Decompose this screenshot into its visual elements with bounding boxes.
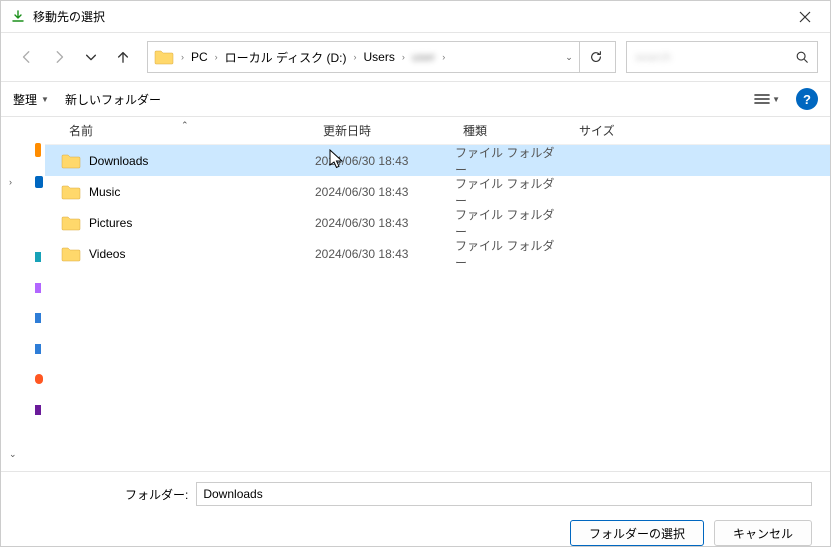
up-button[interactable] <box>109 43 137 71</box>
folder-icon <box>61 246 81 262</box>
column-type[interactable]: 種類 <box>455 122 571 139</box>
cancel-button[interactable]: キャンセル <box>714 520 812 546</box>
row-type: ファイル フォルダー <box>447 144 563 178</box>
select-folder-button[interactable]: フォルダーの選択 <box>570 520 704 546</box>
window-title: 移動先の選択 <box>33 8 105 25</box>
sort-indicator-icon: ⌃ <box>181 120 189 131</box>
column-name[interactable]: 名前 ⌃ <box>61 122 315 139</box>
folder-row[interactable]: Downloads 2024/06/30 18:43ファイル フォルダー <box>45 145 830 176</box>
folder-name-row: フォルダー: <box>1 472 830 514</box>
folder-label: フォルダー: <box>125 486 188 503</box>
back-button[interactable] <box>13 43 41 71</box>
folder-icon <box>61 215 81 231</box>
search-box[interactable]: search <box>626 41 818 73</box>
row-date: 2024/06/30 18:43 <box>307 154 447 168</box>
title-bar: 移動先の選択 <box>1 1 830 33</box>
breadcrumb-segment[interactable]: ローカル ディスク (D:) <box>221 47 351 68</box>
folder-icon <box>154 49 172 65</box>
toolbar: 整理 ▼ 新しいフォルダー ▼ ? <box>1 81 830 117</box>
folder-row[interactable]: Videos 2024/06/30 18:43ファイル フォルダー <box>45 238 830 269</box>
file-list-pane: 名前 ⌃ 更新日時 種類 サイズ Downloads 2024/06/30 18:… <box>45 117 830 471</box>
search-icon <box>795 50 809 64</box>
column-headers[interactable]: 名前 ⌃ 更新日時 種類 サイズ <box>45 117 830 145</box>
main-area: › ⌄ 名前 ⌃ 更新日時 種類 サイズ Downloads 2024/06/30… <box>1 117 830 471</box>
breadcrumb-segment[interactable]: user <box>408 48 439 66</box>
view-options-button[interactable]: ▼ <box>754 93 780 105</box>
row-name: Downloads <box>89 154 148 168</box>
new-folder-button[interactable]: 新しいフォルダー <box>65 91 161 108</box>
file-rows: Downloads2024/06/30 18:43ファイル フォルダーMusic… <box>45 145 830 269</box>
address-bar[interactable]: › PC › ローカル ディスク (D:) › Users › user › ⌄ <box>147 41 616 73</box>
action-buttons: フォルダーの選択 キャンセル <box>1 514 830 558</box>
chevron-right-icon[interactable]: › <box>351 52 360 62</box>
dropdown-icon: ▼ <box>41 95 49 104</box>
folder-icon <box>61 184 81 200</box>
breadcrumb-segment[interactable]: Users <box>360 48 399 66</box>
row-date: 2024/06/30 18:43 <box>307 216 447 230</box>
row-name: Pictures <box>89 216 132 230</box>
row-date: 2024/06/30 18:43 <box>307 247 447 261</box>
row-date: 2024/06/30 18:43 <box>307 185 447 199</box>
folder-name-input[interactable] <box>196 482 812 506</box>
row-type: ファイル フォルダー <box>447 175 563 209</box>
folder-row[interactable]: Music 2024/06/30 18:43ファイル フォルダー <box>45 176 830 207</box>
chevron-down-icon[interactable]: ⌄ <box>9 449 17 460</box>
organize-label: 整理 <box>13 91 37 108</box>
column-size[interactable]: サイズ <box>571 122 731 139</box>
column-date[interactable]: 更新日時 <box>315 122 455 139</box>
chevron-right-icon[interactable]: › <box>9 177 12 187</box>
row-name: Videos <box>89 247 125 261</box>
address-history-dropdown[interactable]: ⌄ <box>559 52 579 63</box>
folder-icon <box>61 153 81 169</box>
row-type: ファイル フォルダー <box>447 237 563 271</box>
close-button[interactable] <box>782 2 828 32</box>
breadcrumb-segment[interactable]: PC <box>187 48 212 66</box>
refresh-button[interactable] <box>579 42 611 72</box>
folder-row[interactable]: Pictures 2024/06/30 18:43ファイル フォルダー <box>45 207 830 238</box>
forward-button[interactable] <box>45 43 73 71</box>
row-type: ファイル フォルダー <box>447 206 563 240</box>
organize-menu[interactable]: 整理 ▼ <box>13 91 49 108</box>
chevron-right-icon[interactable]: › <box>212 52 221 62</box>
recent-dropdown[interactable] <box>77 43 105 71</box>
chevron-right-icon[interactable]: › <box>178 52 187 62</box>
chevron-right-icon[interactable]: › <box>399 52 408 62</box>
download-icon <box>11 10 25 24</box>
chevron-right-icon[interactable]: › <box>439 52 448 62</box>
row-name: Music <box>89 185 120 199</box>
help-button[interactable]: ? <box>796 88 818 110</box>
nav-sidebar[interactable]: › ⌄ <box>1 117 45 471</box>
nav-bar: › PC › ローカル ディスク (D:) › Users › user › ⌄… <box>1 33 830 81</box>
